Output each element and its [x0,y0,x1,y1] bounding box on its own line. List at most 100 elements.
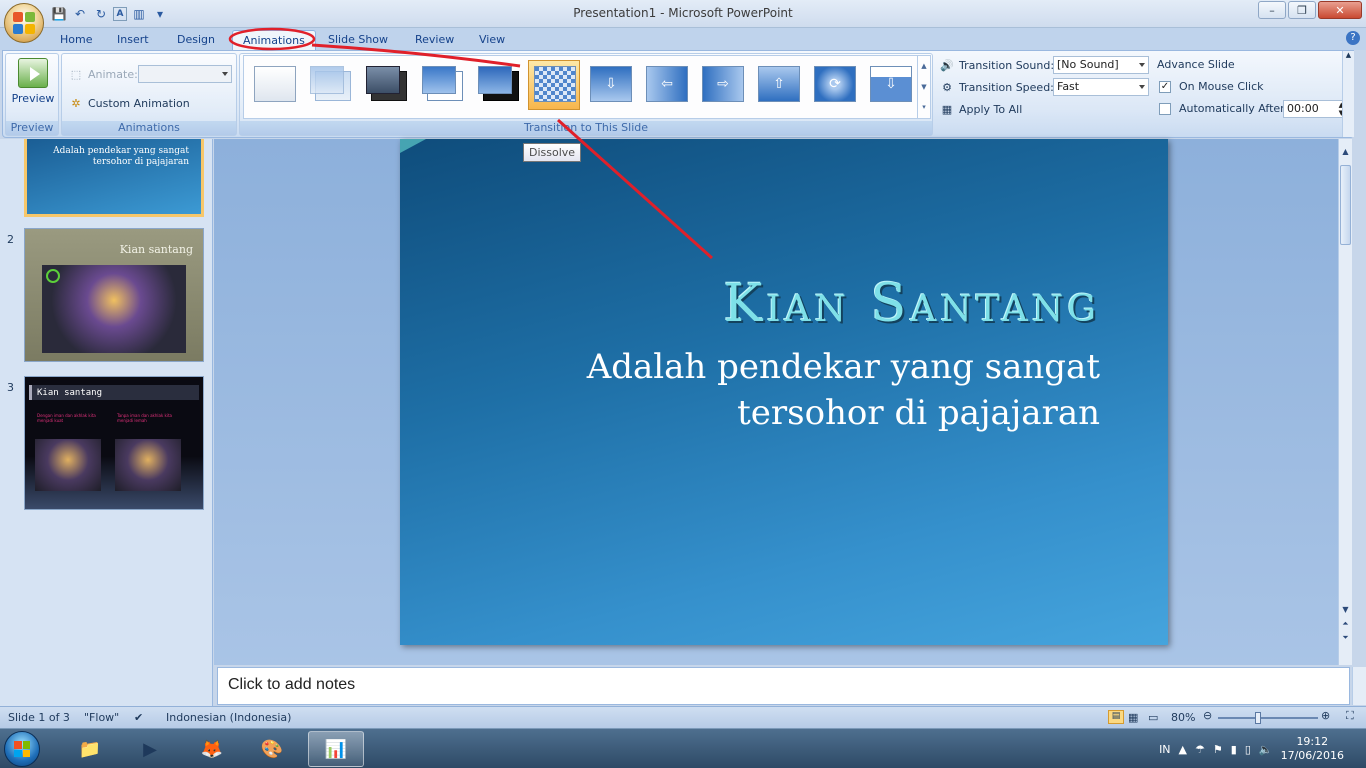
office-button[interactable] [4,3,44,43]
tray-expand-icon[interactable]: ▲ [1179,743,1187,756]
slide-corner-accent [400,139,426,153]
transition-speed-dropdown[interactable]: Fast [1053,78,1149,96]
dissolve-tooltip: Dissolve [523,143,582,162]
group-animations: ⬚ Animate: ✲ Custom Animation Animations [61,53,237,136]
automatically-after-row: Automatically After: [1159,102,1288,115]
start-button[interactable] [4,731,40,767]
normal-view-icon[interactable]: ▤ [1108,710,1124,724]
transition-fade-smoothly[interactable] [304,60,356,110]
tab-insert[interactable]: Insert [107,30,159,50]
transition-none[interactable] [248,60,300,110]
custom-animation-icon: ✲ [71,96,81,110]
transition-push-down[interactable]: ⇩ [864,60,916,110]
transition-cut[interactable] [416,60,468,110]
gallery-scrollbar[interactable]: ▲ ▼ ▾ [917,56,930,118]
preview-play-icon [18,58,48,88]
notes-placeholder: Click to add notes [228,676,356,693]
tray-antivirus-icon[interactable]: ☂ [1195,743,1205,756]
transition-cut-through-black[interactable] [472,60,524,110]
apply-to-all-button[interactable]: ▦ Apply To All [939,102,1022,116]
next-slide-icon[interactable]: ⏷ [1339,633,1352,645]
ribbon-scrollbar[interactable]: ▲ [1342,51,1354,137]
slide-show-icon[interactable]: ▭ [1148,711,1158,724]
taskbar-paint-icon[interactable]: 🎨 [244,731,300,767]
tab-slide-show[interactable]: Slide Show [318,30,398,50]
gallery-down-icon[interactable]: ▼ [918,77,930,98]
scroll-down-icon[interactable]: ▼ [1339,605,1352,617]
automatically-after-time[interactable]: 00:00 ▲▼ [1283,100,1347,118]
notes-scrollbar[interactable] [1352,667,1366,705]
advance-slide-title: Advance Slide [1157,58,1235,71]
notes-pane[interactable]: Click to add notes [217,667,1350,705]
minimize-button[interactable]: – [1258,1,1286,19]
gallery-more-icon[interactable]: ▾ [918,97,930,118]
status-language[interactable]: Indonesian (Indonesia) [166,711,291,724]
on-mouse-click-checkbox[interactable]: ✓ [1159,80,1171,93]
gallery-up-icon[interactable]: ▲ [918,56,930,77]
tray-battery-icon[interactable]: ▯ [1245,743,1251,756]
tab-review[interactable]: Review [405,30,464,50]
scroll-up-icon[interactable]: ▲ [1339,147,1352,159]
slide-3-left-text: Dengan iman dan akhlak kita menjadi kuat [37,413,96,423]
spell-check-icon[interactable]: ✔ [134,711,143,724]
current-slide[interactable]: Kian Santang Adalah pendekar yang sangat… [400,139,1168,645]
scroll-thumb[interactable] [1340,165,1351,245]
transition-sound-dropdown[interactable]: [No Sound] [1053,56,1149,74]
system-tray: IN ▲ ☂ ⚑ ▮ ▯ 🔈 19:12 17/06/2016 [1159,729,1366,768]
tray-signal-icon[interactable]: ▮ [1231,743,1237,756]
custom-animation-button[interactable]: ✲ Custom Animation [68,96,189,110]
slide-2-image [42,265,186,353]
animate-dropdown[interactable] [138,65,232,83]
tray-volume-icon[interactable]: 🔈 [1259,743,1273,756]
transition-wipe-left[interactable]: ⇦ [640,60,692,110]
preview-button[interactable]: Preview [10,58,56,105]
zoom-level[interactable]: 80% [1171,711,1195,724]
transition-shape-circle[interactable]: ⟳ [808,60,860,110]
taskbar-explorer-icon[interactable]: 📁 [62,731,118,767]
fit-to-window-icon[interactable]: ⛶ [1346,709,1354,723]
slide-3-image-left [35,439,101,491]
help-icon[interactable]: ? [1346,31,1360,45]
previous-slide-icon[interactable]: ⏶ [1339,619,1352,631]
slide-vertical-scrollbar[interactable]: ▲ ▼ ⏶ ⏷ [1338,139,1352,665]
slide-2-title: Kian santang [119,243,193,256]
group-label-transition: Transition to This Slide [240,121,932,135]
slide-3-image-right [115,439,181,491]
tab-view[interactable]: View [469,30,515,50]
slide-thumbnail-2[interactable]: Kian santang [24,228,204,362]
transition-wipe-right[interactable]: ⇨ [696,60,748,110]
transition-dissolve[interactable] [528,60,580,110]
slide-thumbnail-1[interactable]: Adalah pendekar yang sangat tersohor di … [24,139,204,217]
slide-thumbnail-3[interactable]: Kian santang Dengan iman dan akhlak kita… [24,376,204,510]
zoom-slider-knob[interactable] [1255,712,1261,724]
slide-title[interactable]: Kian Santang [723,274,1100,334]
transition-wipe-up[interactable]: ⇧ [752,60,804,110]
transition-gallery: ⇩ ⇦ ⇨ ⇧ ⟳ ⇩ ▲ ▼ ▾ [243,55,931,119]
transition-fade-through-black[interactable] [360,60,412,110]
slide-sorter-icon[interactable]: ▦ [1128,711,1138,724]
office-logo-icon [13,12,35,34]
tray-clock[interactable]: 19:12 17/06/2016 [1281,735,1344,763]
taskbar-firefox-icon[interactable]: 🦊 [184,731,240,767]
restore-button[interactable]: ❐ [1288,1,1316,19]
taskbar-powerpoint-icon[interactable]: 📊 [308,731,364,767]
zoom-out-icon[interactable]: ⊖ [1203,709,1212,722]
tab-design[interactable]: Design [167,30,225,50]
transition-wipe-down[interactable]: ⇩ [584,60,636,110]
close-button[interactable]: ✕ [1318,1,1362,19]
tab-home[interactable]: Home [50,30,102,50]
zoom-slider[interactable] [1218,712,1318,724]
tray-flag-icon[interactable]: ⚑ [1213,743,1223,756]
taskbar-media-player-icon[interactable]: ▶ [122,731,178,767]
sound-icon: 🔊 [940,58,954,72]
slide-subtitle[interactable]: Adalah pendekar yang sangat tersohor di … [440,344,1100,436]
group-preview: Preview Preview [5,53,59,136]
transition-speed-row: ⚙ Transition Speed: [939,80,1054,94]
automatically-after-checkbox[interactable] [1159,102,1171,115]
slide-editing-area: Kian Santang Adalah pendekar yang sangat… [214,139,1352,665]
tab-animations[interactable]: Animations [232,30,316,50]
zoom-in-icon[interactable]: ⊕ [1321,709,1330,722]
tray-language[interactable]: IN [1159,743,1170,756]
tray-time: 19:12 [1296,735,1329,748]
animate-label: Animate: [88,67,138,81]
